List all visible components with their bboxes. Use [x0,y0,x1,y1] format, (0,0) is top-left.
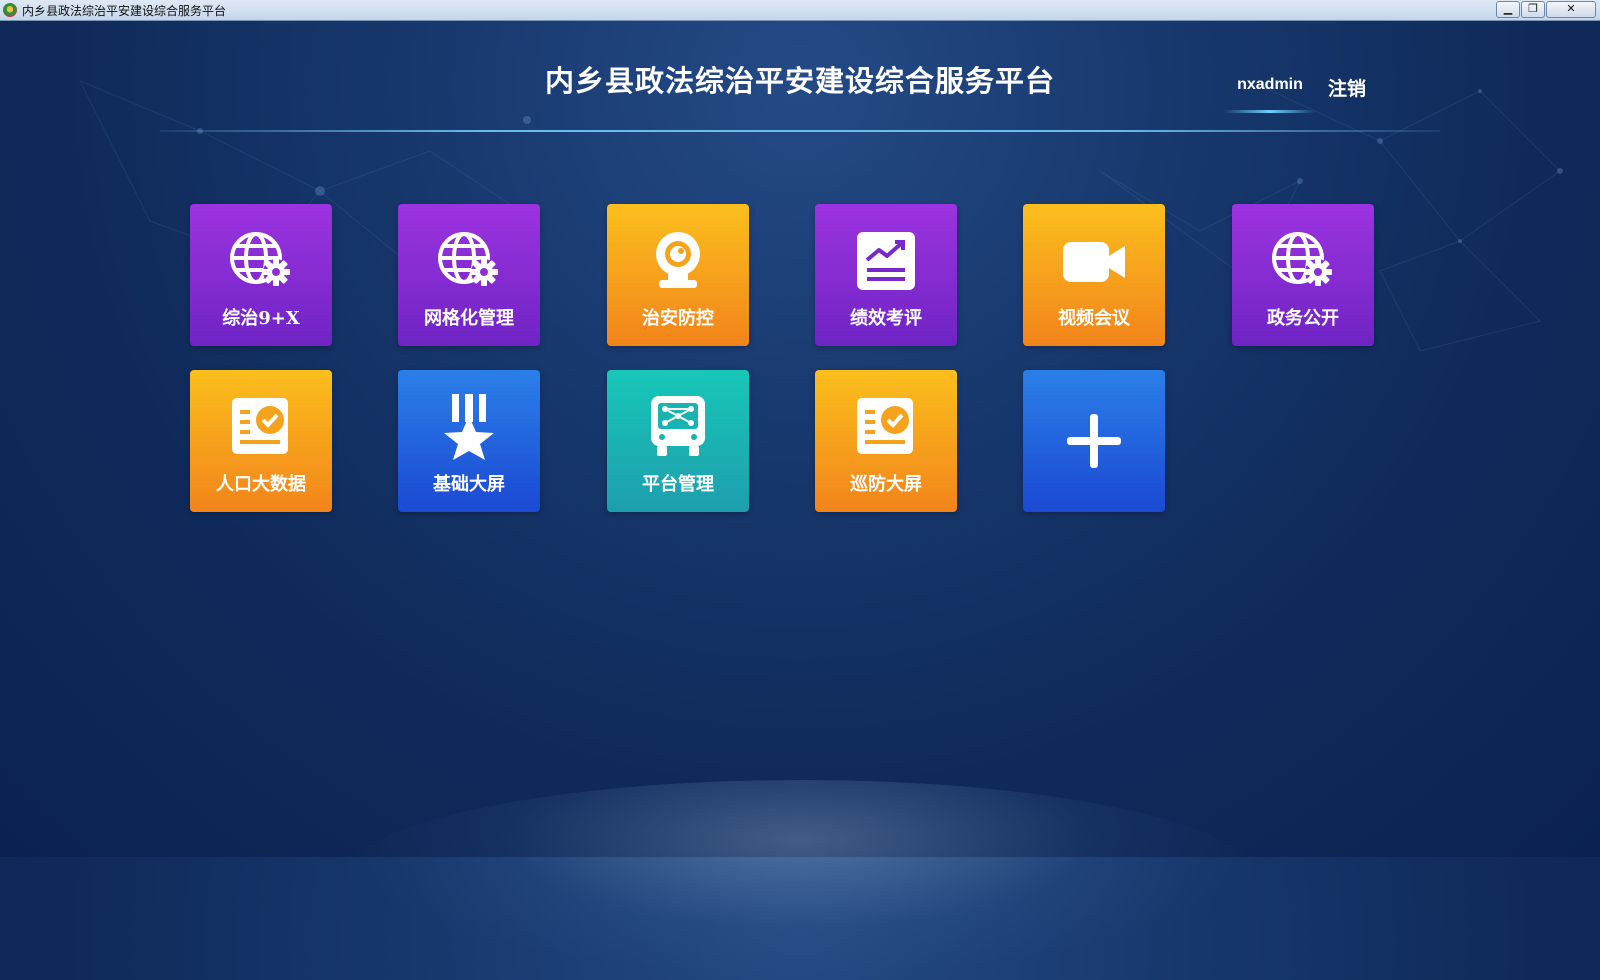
username-label[interactable]: nxadmin [1228,76,1312,94]
tile-video-conference[interactable]: 视频会议 [1023,204,1165,346]
tile-label: 人口大数据 [216,474,306,495]
username-underline [1224,110,1316,113]
tile-public-security[interactable]: 治安防控 [607,204,749,346]
maximize-button[interactable]: ❐ [1521,1,1545,18]
plus-icon [1067,414,1121,468]
tile-label: 综治9+X [222,308,300,329]
earth-glow-decoration [340,780,1260,980]
tile-label: 绩效考评 [850,308,922,329]
tile-performance-review[interactable]: 绩效考评 [815,204,957,346]
tile-zongzhi[interactable]: 综治9+X [190,204,332,346]
webcam-icon [656,232,700,288]
globe-gear-icon [438,232,498,286]
app-icon [3,3,17,17]
tile-patrol-big-screen[interactable]: 巡防大屏 [815,370,957,512]
close-button[interactable]: ✕ [1546,1,1596,18]
tile-population-data[interactable]: 人口大数据 [190,370,332,512]
medal-star-icon [444,394,494,460]
checklist-icon [232,398,288,454]
header-divider [160,130,1440,132]
logout-button[interactable]: 注销 [1328,74,1366,101]
tile-label: 基础大屏 [433,474,505,495]
tile-label: 视频会议 [1058,308,1130,329]
checklist-icon [857,398,913,454]
chart-doc-icon [857,232,915,290]
window-title: 内乡县政法综治平安建设综合服务平台 [22,4,227,18]
video-camera-icon [1063,242,1125,282]
tile-grid-management[interactable]: 网格化管理 [398,204,540,346]
tile-label: 平台管理 [642,474,714,495]
add-tile-button[interactable] [1023,370,1165,512]
tile-label: 网格化管理 [424,308,514,329]
monitor-network-icon [651,396,705,456]
tile-government-affairs[interactable]: 政务公开 [1232,204,1374,346]
tile-label: 巡防大屏 [850,474,922,495]
tile-platform-management[interactable]: 平台管理 [607,370,749,512]
minimize-button[interactable]: ▁ [1496,1,1520,18]
tile-base-big-screen[interactable]: 基础大屏 [398,370,540,512]
tile-label: 政务公开 [1267,308,1339,329]
globe-gear-icon [1272,232,1332,286]
globe-gear-icon [230,232,290,286]
window-titlebar: 内乡县政法综治平安建设综合服务平台 ▁ ❐ ✕ [0,0,1600,21]
tile-label: 治安防控 [642,308,714,329]
